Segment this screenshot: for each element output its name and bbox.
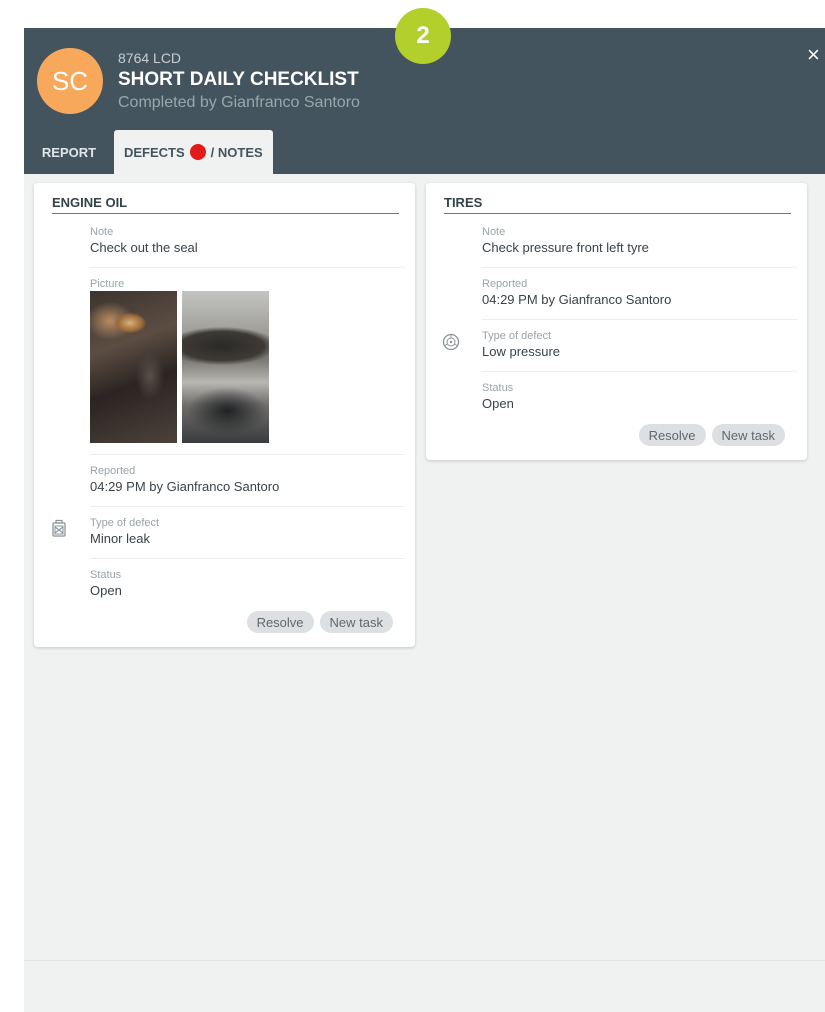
defect-card-engine-oil: ENGINE OIL Note Check out the seal Pictu… (34, 183, 415, 647)
reported-field: Reported 04:29 PM by Gianfranco Santoro (482, 277, 797, 309)
card-actions: Resolve New task (638, 424, 785, 446)
defect-card-tires: TIRES Note Check pressure front left tyr… (426, 183, 807, 460)
picture-field: Picture (90, 277, 405, 291)
defect-type-label: Type of defect (90, 517, 160, 529)
oil-can-icon (52, 519, 66, 537)
card-title: TIRES (444, 195, 483, 210)
note-value: Check out the seal (90, 240, 198, 255)
tab-defects-notes[interactable]: DEFECTS / NOTES (114, 130, 273, 174)
avatar: SC (37, 48, 103, 114)
new-task-button[interactable]: New task (319, 611, 393, 633)
vehicle-plate: 8764 LCD (118, 50, 182, 66)
reported-field: Reported 04:29 PM by Gianfranco Santoro (90, 464, 405, 496)
divider (90, 558, 405, 559)
note-field: Note Check out the seal (90, 225, 405, 257)
picture-label: Picture (90, 278, 125, 290)
card-divider (52, 213, 399, 214)
note-field: Note Check pressure front left tyre (482, 225, 797, 257)
status-value: Open (90, 583, 122, 598)
status-field: Status Open (90, 568, 405, 600)
new-task-button[interactable]: New task (711, 424, 785, 446)
close-icon[interactable]: × (807, 42, 825, 68)
defect-type-field: Type of defect Low pressure (482, 329, 797, 361)
defect-type-label: Type of defect (482, 330, 552, 342)
status-label: Status (90, 569, 122, 581)
card-title: ENGINE OIL (52, 195, 128, 210)
step-number-badge: 2 (395, 8, 451, 64)
card-actions: Resolve New task (246, 611, 393, 633)
divider (482, 371, 797, 372)
completed-by: Completed by Gianfranco Santoro (118, 94, 360, 111)
panel-footer (24, 960, 825, 1012)
divider (482, 319, 797, 320)
note-label: Note (482, 226, 506, 238)
defect-photo-1[interactable] (90, 291, 177, 443)
status-field: Status Open (482, 381, 797, 413)
divider (90, 454, 405, 455)
resolve-button[interactable]: Resolve (246, 611, 314, 633)
defect-photo-2[interactable] (182, 291, 269, 443)
tab-bar: REPORT DEFECTS / NOTES (24, 130, 273, 174)
defect-type-field: Type of defect Minor leak (90, 516, 405, 548)
defect-type-value: Minor leak (90, 531, 150, 546)
reported-label: Reported (90, 465, 136, 477)
status-value: Open (482, 396, 514, 411)
resolve-button[interactable]: Resolve (638, 424, 706, 446)
reported-value: 04:29 PM by Gianfranco Santoro (482, 292, 672, 307)
status-label: Status (482, 382, 514, 394)
wheel-icon (442, 333, 460, 351)
card-divider (444, 213, 791, 214)
checklist-panel: SC 8764 LCD SHORT DAILY CHECKLIST Comple… (24, 28, 825, 1012)
note-label: Note (90, 226, 114, 238)
checklist-title: SHORT DAILY CHECKLIST (118, 69, 359, 90)
divider (482, 267, 797, 268)
tab-report-label: REPORT (41, 144, 97, 160)
divider (90, 506, 405, 507)
tab-defects-label: DEFECTS (124, 144, 185, 160)
defect-type-value: Low pressure (482, 344, 561, 359)
tab-notes-label: / NOTES (210, 144, 263, 160)
tab-report[interactable]: REPORT (24, 130, 114, 174)
reported-value: 04:29 PM by Gianfranco Santoro (90, 479, 280, 494)
note-value: Check pressure front left tyre (482, 240, 649, 255)
reported-label: Reported (482, 278, 528, 290)
defect-alert-dot (189, 144, 206, 160)
divider (90, 267, 405, 268)
